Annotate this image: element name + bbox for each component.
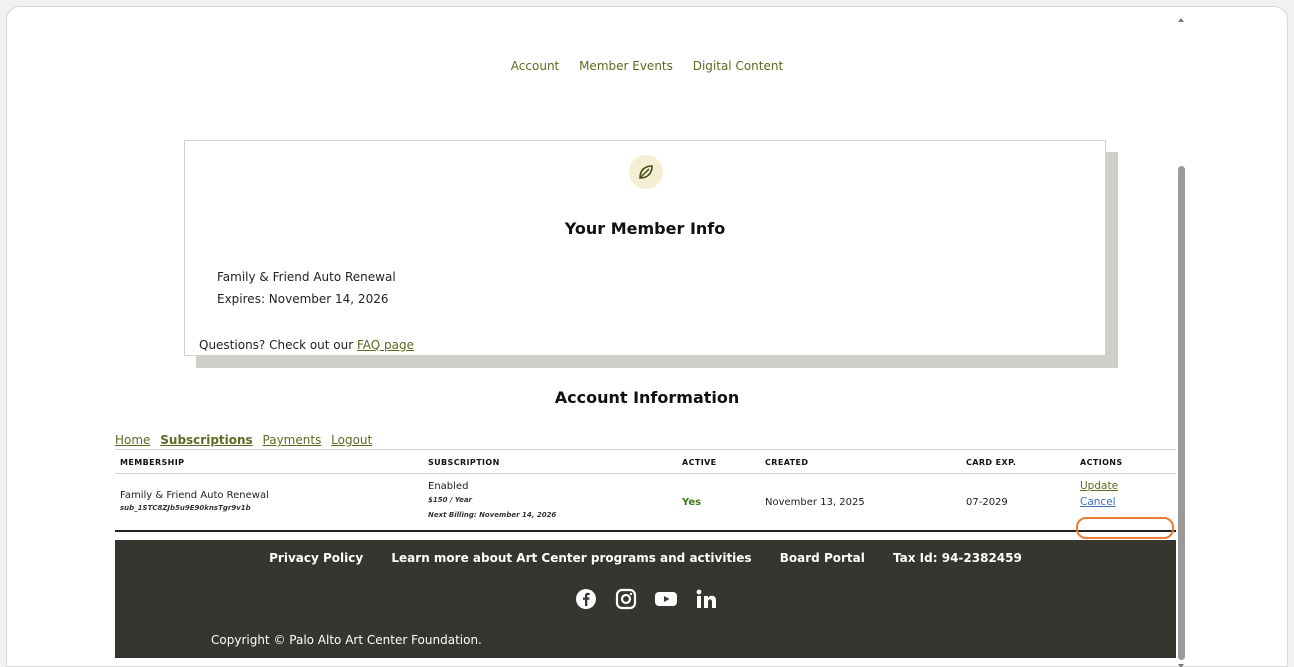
leaf-icon: [629, 155, 663, 189]
account-info-title: Account Information: [554, 388, 740, 407]
subnav-subscriptions[interactable]: Subscriptions: [160, 433, 252, 447]
account-subnav: Home Subscriptions Payments Logout: [115, 433, 378, 447]
col-membership: MEMBERSHIP: [120, 458, 185, 467]
faq-link[interactable]: FAQ page: [357, 338, 414, 352]
col-actions: ACTIONS: [1080, 458, 1123, 467]
facebook-icon[interactable]: [574, 587, 598, 611]
page-scrollbar[interactable]: [1177, 14, 1187, 667]
scroll-up-icon[interactable]: [1178, 18, 1184, 22]
membership-expiry: Expires: November 14, 2026: [217, 292, 389, 306]
subnav-payments[interactable]: Payments: [263, 433, 322, 447]
col-subscription: SUBSCRIPTION: [428, 458, 500, 467]
subscription-cell: Enabled $150 / Year Next Billing: Novemb…: [428, 481, 557, 519]
table-header: MEMBERSHIP SUBSCRIPTION ACTIVE CREATED C…: [115, 450, 1176, 474]
cancel-link[interactable]: Cancel: [1080, 496, 1118, 508]
youtube-icon[interactable]: [654, 587, 678, 611]
nav-member-events[interactable]: Member Events: [579, 59, 673, 73]
nav-account[interactable]: Account: [511, 59, 559, 73]
table-row: Family & Friend Auto Renewal sub_1STC8ZJ…: [115, 474, 1176, 539]
top-nav: Account Member Events Digital Content: [0, 59, 1294, 73]
created-date: November 13, 2025: [765, 497, 865, 508]
membership-name: Family & Friend Auto Renewal: [217, 270, 396, 284]
scroll-thumb[interactable]: [1178, 166, 1185, 660]
membership-cell: Family & Friend Auto Renewal sub_1STC8ZJ…: [120, 490, 269, 512]
footer-links: Privacy Policy Learn more about Art Cent…: [115, 551, 1176, 565]
member-info-title: Your Member Info: [564, 219, 726, 238]
footer-board-portal[interactable]: Board Portal: [780, 551, 865, 565]
nav-digital-content[interactable]: Digital Content: [693, 59, 783, 73]
footer-tax-id: Tax Id: 94-2382459: [893, 551, 1022, 565]
footer-programs-link[interactable]: Learn more about Art Center programs and…: [391, 551, 751, 565]
col-card-exp: CARD EXP.: [966, 458, 1017, 467]
member-info-card: Your Member Info Family & Friend Auto Re…: [184, 140, 1106, 356]
subscriptions-table: MEMBERSHIP SUBSCRIPTION ACTIVE CREATED C…: [115, 449, 1176, 539]
col-created: CREATED: [765, 458, 809, 467]
subscription-price: $150 / Year: [428, 496, 473, 504]
subnav-home[interactable]: Home: [115, 433, 150, 447]
col-active: ACTIVE: [682, 458, 717, 467]
linkedin-icon[interactable]: [694, 587, 718, 611]
next-billing: Next Billing: November 14, 2026: [428, 511, 557, 519]
social-icons: [115, 587, 1176, 611]
instagram-icon[interactable]: [614, 587, 638, 611]
site-footer: Privacy Policy Learn more about Art Cent…: [115, 540, 1176, 658]
faq-prompt: Questions? Check out our FAQ page: [199, 338, 415, 352]
subscription-id: sub_1STC8ZJb5u9E90knsTgr9v1b: [120, 504, 251, 512]
cancel-highlight: [1076, 517, 1174, 539]
active-status: Yes: [682, 497, 702, 508]
copyright-text: Copyright © Palo Alto Art Center Foundat…: [211, 633, 482, 647]
footer-privacy-policy[interactable]: Privacy Policy: [269, 551, 363, 565]
actions-cell: Update Cancel: [1080, 480, 1118, 508]
update-link[interactable]: Update: [1080, 480, 1118, 492]
card-expiry: 07-2029: [966, 497, 1008, 508]
subnav-logout[interactable]: Logout: [331, 433, 372, 447]
